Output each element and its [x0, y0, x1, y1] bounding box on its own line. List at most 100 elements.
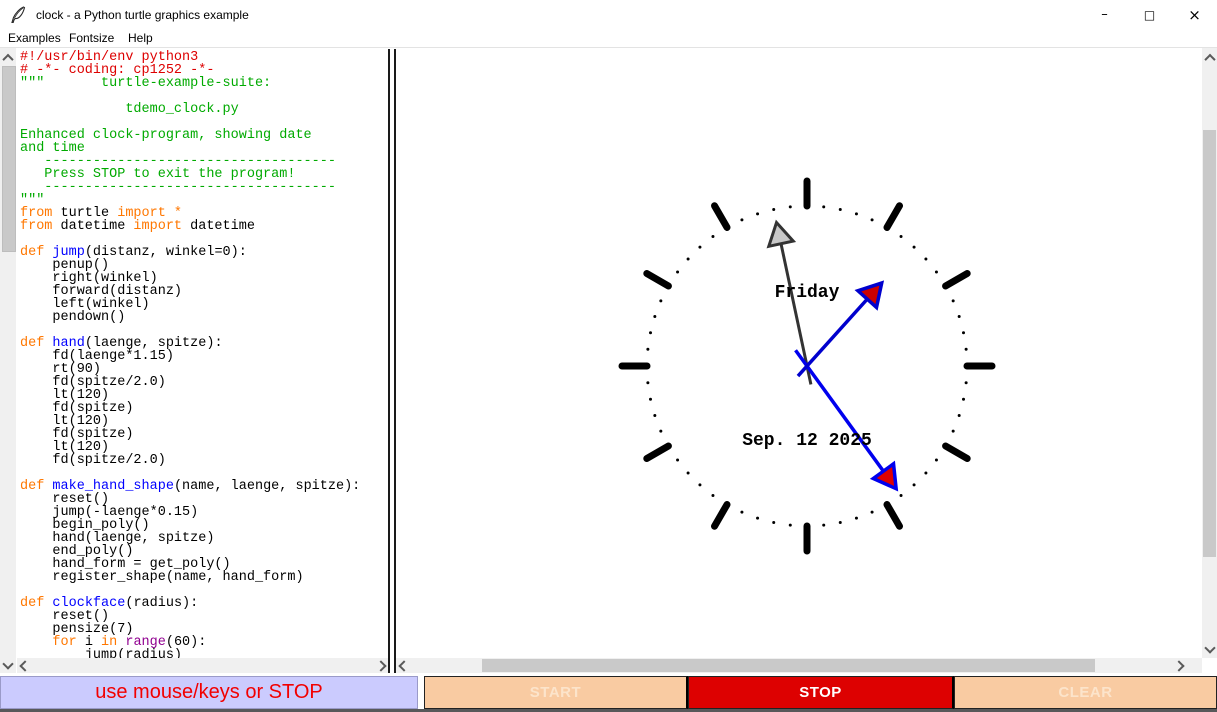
menu-help[interactable]: Help — [128, 30, 153, 47]
minute-dot — [855, 517, 858, 520]
minute-dot — [900, 235, 903, 238]
minute-dot — [698, 483, 701, 486]
pane-sash[interactable] — [388, 49, 396, 673]
hour-mark — [647, 274, 669, 287]
minute-dot — [698, 246, 701, 249]
minute-dot — [871, 511, 874, 514]
hour-mark — [715, 206, 728, 228]
minute-dot — [756, 212, 759, 215]
hour-mark — [946, 446, 968, 459]
minute-dot — [756, 517, 759, 520]
minute-dot — [687, 472, 690, 475]
start-button[interactable]: START — [424, 676, 688, 709]
minute-dot — [659, 299, 662, 302]
minute-dot — [653, 414, 656, 417]
scroll-right-icon[interactable] — [373, 658, 388, 673]
minute-dot — [935, 270, 938, 273]
maximize-button[interactable]: □ — [1127, 0, 1172, 30]
minute-dot — [653, 315, 656, 318]
minute-dot — [913, 483, 916, 486]
scroll-left-icon[interactable] — [17, 658, 32, 673]
minute-dot — [646, 348, 649, 351]
code-line: jump(radius) — [20, 649, 388, 658]
second-hand — [764, 220, 823, 387]
minute-dot — [659, 430, 662, 433]
hour-mark — [715, 505, 728, 527]
minute-dot — [711, 494, 714, 497]
minute-dot — [649, 331, 652, 334]
date-label: Sep. 12 2025 — [742, 431, 872, 451]
minute-dot — [958, 315, 961, 318]
hour-mark — [887, 505, 900, 527]
minute-dot — [772, 208, 775, 211]
scroll-up-icon[interactable] — [0, 50, 16, 65]
hour-mark — [887, 206, 900, 228]
minute-dot — [772, 521, 775, 524]
minute-dot — [958, 414, 961, 417]
minute-dot — [676, 459, 679, 462]
code-line: pendown() — [20, 311, 388, 324]
code-line: ------------------------------------ — [20, 181, 388, 194]
stop-button[interactable]: STOP — [688, 676, 954, 709]
canvas-horizontal-scrollbar[interactable] — [396, 658, 1202, 673]
minute-dot — [839, 208, 842, 211]
minute-dot — [789, 524, 792, 527]
code-text[interactable]: #!/usr/bin/env python3# -*- coding: cp12… — [17, 48, 388, 658]
scroll-up-icon[interactable] — [1202, 50, 1217, 65]
minute-dot — [871, 218, 874, 221]
code-line: register_shape(name, hand_form) — [20, 571, 388, 584]
control-bar: use mouse/keys or STOP START STOP CLEAR — [0, 676, 1217, 709]
minute-dot — [952, 430, 955, 433]
scroll-down-icon[interactable] — [1202, 640, 1217, 655]
window-title: clock - a Python turtle graphics example — [36, 0, 249, 30]
minute-dot — [676, 270, 679, 273]
feather-icon — [10, 6, 27, 24]
code-horizontal-scrollbar[interactable] — [17, 658, 388, 673]
weekday-label: Friday — [775, 283, 840, 303]
minute-dot — [962, 331, 965, 334]
hour-mark — [647, 446, 669, 459]
scroll-right-icon[interactable] — [1171, 658, 1186, 673]
menu-fontsize[interactable]: Fontsize — [69, 30, 114, 47]
minute-dot — [711, 235, 714, 238]
minute-dot — [649, 398, 652, 401]
scroll-down-icon[interactable] — [0, 656, 16, 671]
minute-dot — [900, 494, 903, 497]
scroll-left-icon[interactable] — [396, 658, 411, 673]
minute-dot — [740, 218, 743, 221]
code-line: """ turtle-example-suite: — [20, 77, 388, 90]
code-vertical-scrollbar[interactable] — [0, 48, 16, 673]
title-bar: clock - a Python turtle graphics example… — [0, 0, 1217, 30]
minute-dot — [687, 257, 690, 260]
close-button[interactable]: × — [1172, 0, 1217, 30]
menu-bar: Examples Fontsize Help — [0, 30, 1217, 48]
minute-dot — [924, 257, 927, 260]
minute-dot — [646, 381, 649, 384]
minute-dot — [789, 205, 792, 208]
minute-dot — [965, 348, 968, 351]
minute-dot — [855, 212, 858, 215]
minute-dot — [740, 511, 743, 514]
minute-dot — [822, 524, 825, 527]
clock-svg: Friday Sep. 12 2025 — [396, 48, 1202, 658]
canvas-hscroll-thumb[interactable] — [482, 659, 1095, 672]
code-vscroll-thumb[interactable] — [2, 66, 16, 252]
minute-dot — [962, 398, 965, 401]
minute-hand — [785, 343, 906, 496]
code-line: fd(spitze/2.0) — [20, 454, 388, 467]
turtle-canvas[interactable]: Friday Sep. 12 2025 — [396, 48, 1202, 658]
code-line: from datetime import datetime — [20, 220, 388, 233]
minute-dot — [924, 472, 927, 475]
canvas-vscroll-thumb[interactable] — [1203, 130, 1216, 557]
minute-dot — [839, 521, 842, 524]
minute-dot — [822, 205, 825, 208]
code-line: tdemo_clock.py — [20, 103, 388, 116]
canvas-vertical-scrollbar[interactable] — [1202, 48, 1217, 658]
clear-button[interactable]: CLEAR — [954, 676, 1217, 709]
minute-dot — [913, 246, 916, 249]
minute-dot — [935, 459, 938, 462]
minute-dot — [952, 299, 955, 302]
minimize-button[interactable]: – — [1082, 0, 1127, 30]
status-message: use mouse/keys or STOP — [0, 676, 418, 709]
menu-examples[interactable]: Examples — [8, 30, 61, 47]
